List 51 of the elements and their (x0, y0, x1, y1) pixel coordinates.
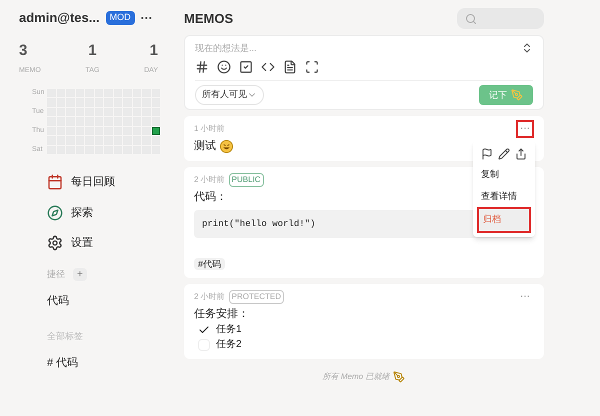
more-button[interactable]: ··· (140, 12, 153, 24)
task-label: 任务2 (216, 338, 242, 351)
menu-item[interactable]: 查看详情 (477, 186, 531, 207)
memo-input[interactable]: 现在的想法是... (195, 42, 495, 54)
calendar-icon (47, 174, 63, 190)
memo-text: 代码： (194, 190, 227, 204)
edit-icon[interactable] (498, 148, 510, 160)
stat-value: 1 (88, 40, 97, 60)
pen-icon (393, 371, 406, 383)
pen-icon (511, 89, 523, 101)
memo-text: 测试 (194, 139, 216, 153)
shortcut-item[interactable]: 代码 (19, 293, 162, 310)
task-label: 任务1 (216, 323, 242, 336)
nav-item[interactable]: 每日回顾 (47, 174, 162, 190)
page-title: MEMOS (184, 10, 234, 28)
username: admin@tes... (19, 9, 100, 27)
compass-icon (47, 204, 63, 221)
search-field[interactable] (457, 8, 544, 29)
search-icon (465, 12, 477, 24)
tag-chip[interactable]: #代码 (194, 258, 226, 270)
fullscreen-icon[interactable] (305, 60, 319, 74)
memo-text: 任务安排： (194, 307, 249, 321)
checkbox-icon[interactable] (239, 60, 253, 74)
visibility-tag: PROTECTED (228, 290, 284, 304)
settings-icon (47, 235, 63, 252)
task-checkbox[interactable] (198, 324, 210, 336)
role-badge: MOD (106, 11, 135, 24)
flag-icon[interactable] (481, 148, 493, 160)
nav-item[interactable]: 设置 (47, 235, 162, 252)
share-icon[interactable] (515, 148, 527, 160)
stat-value: 1 (150, 40, 158, 60)
memo-time: 1 小时前 (194, 122, 225, 134)
smile-icon[interactable] (217, 60, 231, 74)
visibility-tag: PUBLIC (228, 172, 264, 186)
memo-time: 2 小时前 (194, 290, 225, 302)
section-title: 全部标签 (46, 330, 84, 342)
visibility-select[interactable]: 所有人可见 (195, 85, 264, 105)
hash-icon[interactable] (195, 60, 209, 74)
menu-item[interactable]: 复制 (477, 164, 531, 186)
nav-item[interactable]: 探索 (47, 204, 162, 221)
more-button[interactable]: ··· (516, 120, 534, 138)
file-icon[interactable] (283, 60, 297, 74)
tag-item[interactable]: # 代码 (19, 355, 162, 372)
code-icon[interactable] (261, 60, 275, 74)
memo-time: 2 小时前 (194, 174, 225, 186)
more-button[interactable]: ··· (516, 288, 534, 306)
footer-text: 所有 Memo 已就绪 (322, 371, 390, 383)
add-button[interactable]: + (73, 268, 87, 281)
stat-value: 3 (19, 40, 28, 60)
resize-icon (521, 42, 533, 54)
section-title: 捷径 (47, 268, 65, 280)
